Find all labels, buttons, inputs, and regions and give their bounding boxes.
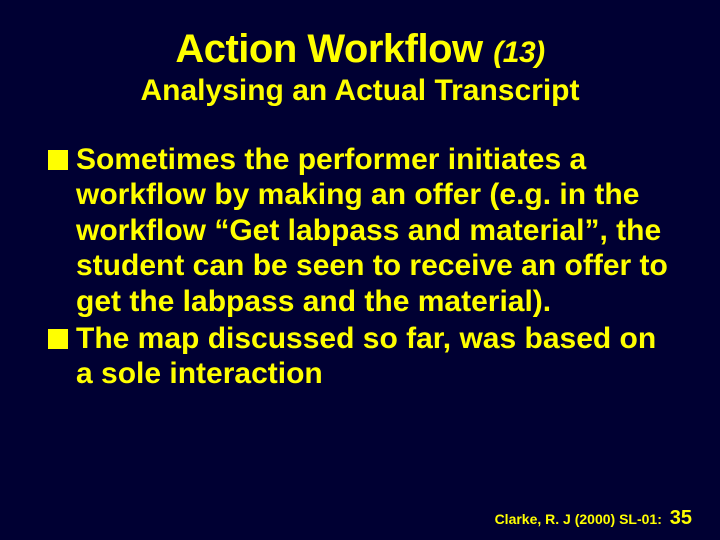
slide-footer: Clarke, R. J (2000) SL-01: 35 [495, 507, 692, 530]
bullet-list: Sometimes the performer initiates a work… [42, 142, 678, 392]
page-number: 35 [670, 507, 692, 529]
title-number: (13) [493, 36, 544, 69]
slide: Action Workflow (13) Analysing an Actual… [0, 0, 720, 540]
bullet-text: The map discussed so far, was based on a… [76, 321, 668, 392]
slide-title: Action Workflow (13) [42, 28, 678, 70]
square-bullet-icon [48, 150, 68, 170]
square-bullet-icon [48, 329, 68, 349]
footer-citation: Clarke, R. J (2000) SL-01: [495, 511, 662, 527]
list-item: Sometimes the performer initiates a work… [48, 142, 668, 319]
list-item: The map discussed so far, was based on a… [48, 321, 668, 392]
title-main: Action Workflow [175, 27, 482, 71]
bullet-text: Sometimes the performer initiates a work… [76, 142, 668, 319]
slide-subtitle: Analysing an Actual Transcript [42, 74, 678, 108]
